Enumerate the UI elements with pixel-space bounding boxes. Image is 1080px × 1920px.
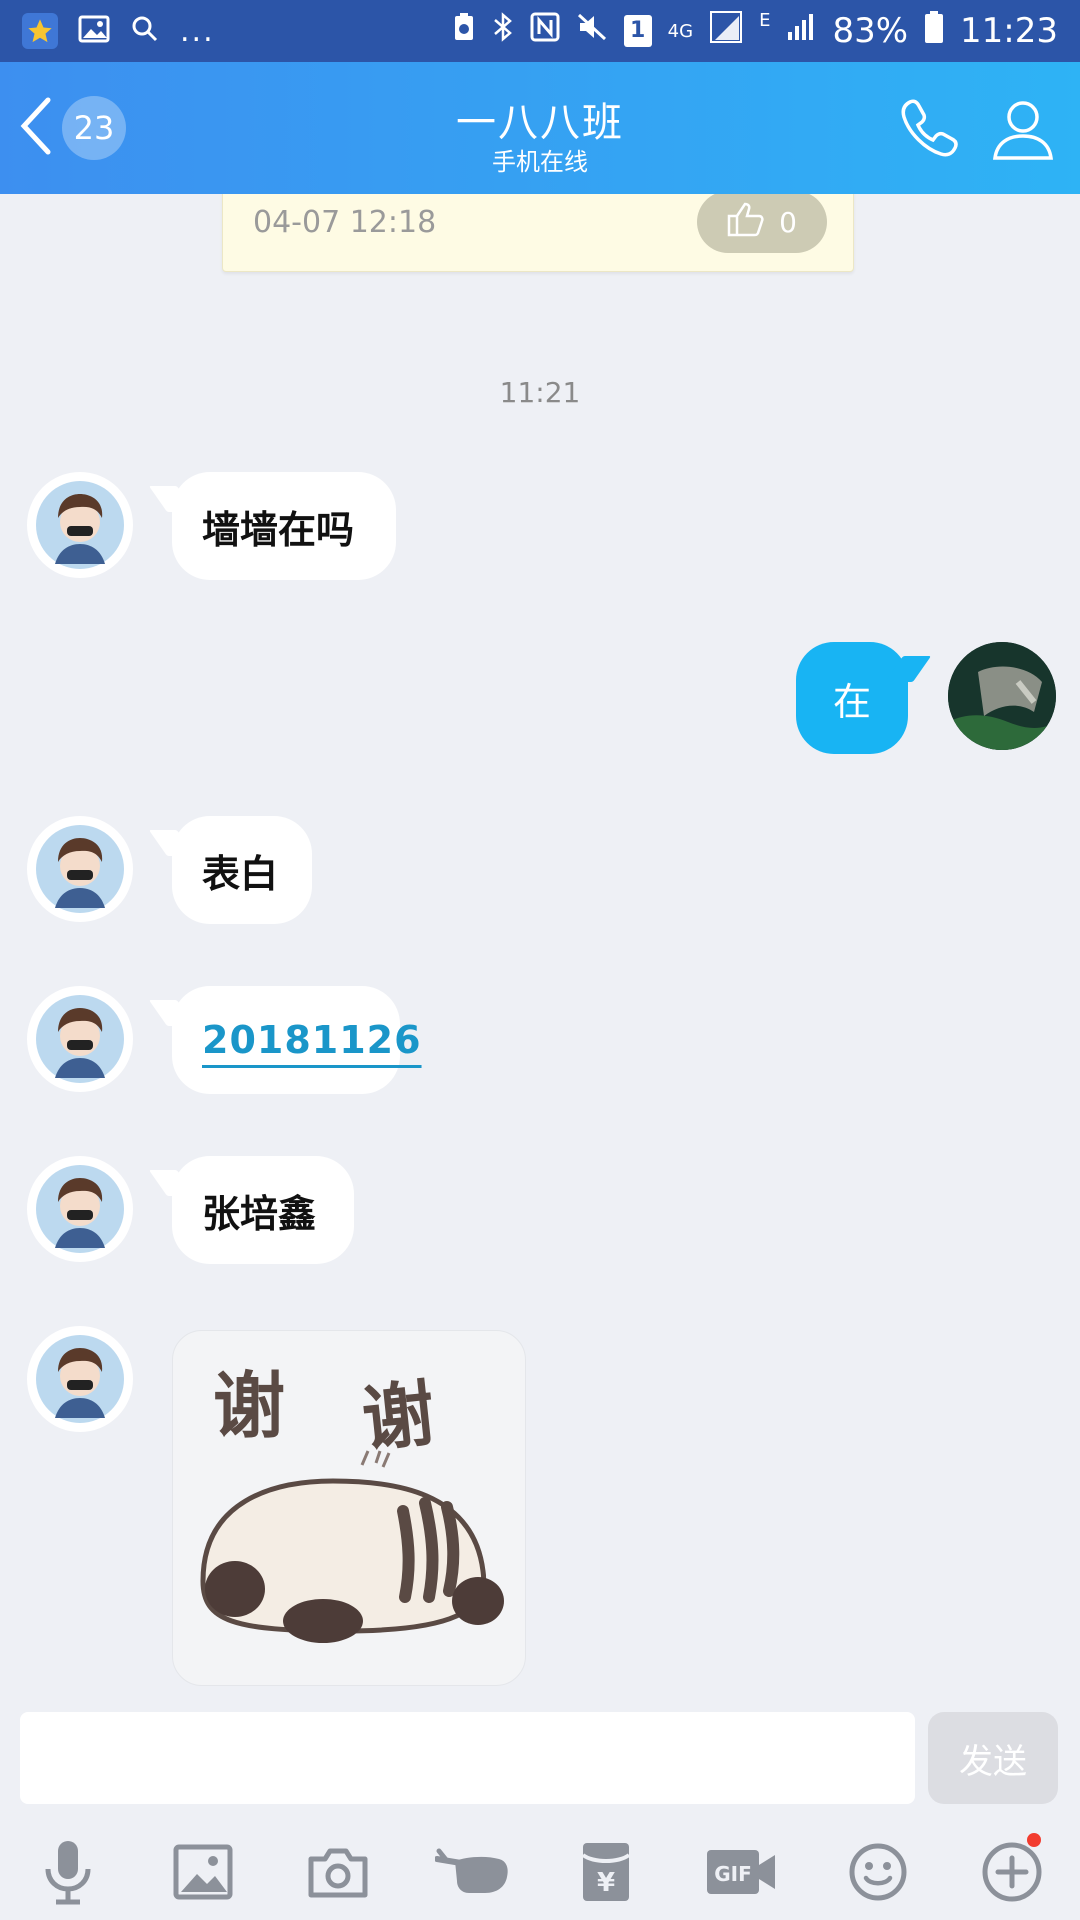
message-input[interactable]: [20, 1712, 915, 1804]
camera-icon: [307, 1845, 369, 1903]
like-count: 0: [779, 205, 797, 239]
voice-call-button[interactable]: [896, 96, 962, 166]
signal-icon-1: [709, 10, 743, 53]
group-notice-card[interactable]: 04-07 12:18 0: [222, 194, 854, 272]
chat-header: 23 一八八班 手机在线: [0, 62, 1080, 194]
sender-avatar[interactable]: [27, 816, 133, 922]
gif-video-icon: GIF: [705, 1847, 777, 1901]
more-options-button[interactable]: [964, 1833, 1060, 1914]
composer: 发送: [0, 1710, 1080, 1806]
message-bubble[interactable]: 墙墙在吗: [172, 472, 396, 580]
photo-button[interactable]: [155, 1834, 251, 1914]
voice-input-button[interactable]: [20, 1834, 116, 1914]
search-notification-icon: [130, 14, 160, 48]
message-text: 张培鑫: [202, 1191, 317, 1236]
network-type: 4G: [667, 20, 694, 42]
svg-text:GIF: GIF: [714, 1862, 752, 1886]
group-profile-button[interactable]: [990, 96, 1056, 166]
battery-icon: [924, 10, 944, 53]
red-envelope-icon: ¥: [581, 1841, 631, 1907]
notice-timestamp: 04-07 12:18: [253, 205, 437, 240]
message-text: 墙墙在吗: [202, 507, 355, 552]
sender-avatar[interactable]: [27, 1156, 133, 1262]
poke-button[interactable]: [425, 1834, 521, 1914]
message-bubble[interactable]: 张培鑫: [172, 1156, 354, 1264]
mute-icon: [576, 11, 608, 51]
bluetooth-icon: [492, 11, 514, 52]
sender-avatar[interactable]: [27, 1326, 133, 1432]
plus-icon: [981, 1833, 1043, 1907]
sticker-message[interactable]: 谢 谢: [172, 1330, 526, 1686]
more-notifications: ...: [180, 13, 215, 49]
sleeping-animal-sticker: 谢 谢: [200, 1364, 504, 1643]
star-app-icon: [22, 13, 58, 49]
sticker-text-right: 谢: [358, 1371, 438, 1462]
input-toolbar: ¥ GIF: [0, 1826, 1080, 1920]
sticker-text-left: 谢: [213, 1364, 285, 1448]
gallery-notification-icon: [78, 14, 110, 48]
phone-icon: [896, 99, 962, 166]
image-icon: [173, 1844, 233, 1904]
emoji-button[interactable]: [830, 1834, 926, 1914]
signal-icon-2: [786, 11, 816, 51]
pointing-hand-icon: [434, 1847, 511, 1901]
microphone-icon: [40, 1839, 96, 1909]
svg-text:¥: ¥: [597, 1868, 615, 1898]
my-message-bubble[interactable]: 在: [796, 642, 908, 754]
message-text: 在: [832, 679, 871, 724]
message-bubble[interactable]: 表白: [172, 816, 312, 924]
sim-slot-icon: 1: [623, 15, 652, 47]
message-list[interactable]: 04-07 12:18 0 11:21 墙墙在吗 在 表白 20181126 张…: [0, 194, 1080, 1710]
message-text: 表白: [202, 851, 279, 896]
like-button[interactable]: 0: [697, 194, 827, 253]
sender-avatar[interactable]: [27, 986, 133, 1092]
nfc-icon: [530, 11, 560, 51]
time-separator: 11:21: [499, 376, 581, 409]
battery-percent: 83%: [832, 11, 909, 51]
message-bubble[interactable]: 20181126: [172, 986, 421, 1094]
send-button[interactable]: 发送: [928, 1712, 1058, 1804]
message-link[interactable]: 20181126: [202, 1018, 422, 1062]
status-bar: ... 1 4G E 83% 11:23: [0, 0, 1080, 62]
camera-button[interactable]: [290, 1834, 386, 1914]
gif-button[interactable]: GIF: [693, 1834, 789, 1914]
notification-dot: [1027, 1833, 1041, 1847]
red-packet-button[interactable]: ¥: [558, 1834, 654, 1914]
smiley-icon: [848, 1842, 908, 1906]
profile-icon: [990, 101, 1056, 166]
battery-saver-icon: [452, 11, 476, 51]
my-avatar[interactable]: [948, 642, 1056, 750]
clock: 11:23: [960, 11, 1058, 51]
sender-avatar[interactable]: [27, 472, 133, 578]
network-type-2: E: [759, 10, 771, 31]
thumbs-up-icon: [727, 201, 765, 244]
